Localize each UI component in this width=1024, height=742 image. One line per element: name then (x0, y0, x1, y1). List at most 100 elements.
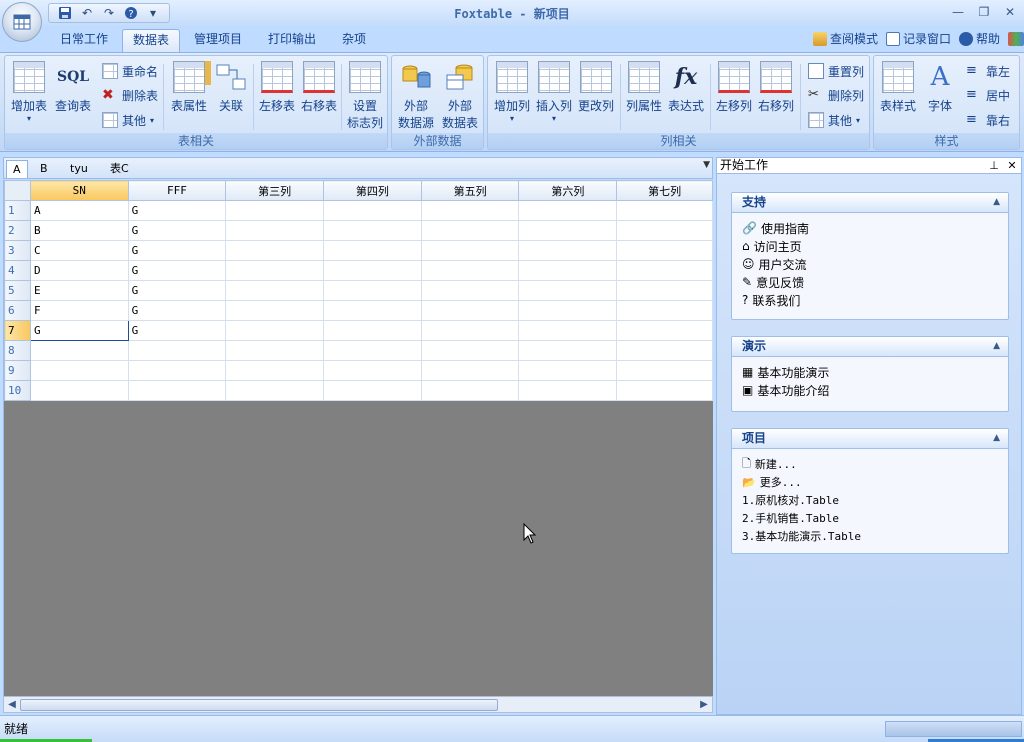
recent-project[interactable]: 3.基本功能演示.Table (742, 527, 998, 545)
add-column-button[interactable]: 增加列 ▾ (490, 58, 534, 130)
table-cell[interactable] (420, 240, 520, 261)
query-table-button[interactable]: SQL 查询表 (51, 58, 95, 130)
link-basic-intro[interactable]: ▣ 基本功能介绍 (742, 381, 998, 399)
table-cell[interactable] (616, 280, 713, 301)
link-feedback[interactable]: ✎ 意见反馈 (742, 273, 998, 291)
table-cell[interactable] (323, 260, 422, 281)
table-cell[interactable] (29, 380, 129, 401)
pane-close-icon[interactable]: ✕ (1005, 158, 1019, 173)
collapse-icon[interactable]: ▲ (993, 337, 1000, 356)
table-row[interactable]: 8 (4, 340, 713, 361)
table-cell[interactable] (420, 320, 520, 341)
table-other-button[interactable]: 其他 ▾ (102, 109, 154, 131)
column-other-button[interactable]: 其他 ▾ (808, 109, 860, 131)
table-cell[interactable]: G (127, 280, 227, 301)
tabs-dropdown-icon[interactable]: ▼ (703, 160, 710, 170)
tab-daily-work[interactable]: 日常工作 (50, 29, 118, 52)
row-number[interactable]: 2 (4, 220, 31, 241)
recent-project[interactable]: 2.手机销售.Table (742, 509, 998, 527)
align-right-button[interactable]: ≡ 靠右 (966, 109, 1010, 131)
view-mode-link[interactable]: 查阅模式 (812, 30, 878, 47)
table-cell[interactable] (225, 240, 325, 261)
table-cell[interactable] (323, 240, 422, 261)
table-cell[interactable] (420, 360, 520, 381)
collapse-icon[interactable]: ▲ (993, 429, 1000, 448)
column-props-button[interactable]: 列属性 (622, 58, 666, 130)
move-table-left-button[interactable]: 左移表 (255, 58, 299, 130)
table-cell[interactable] (616, 220, 713, 241)
table-cell[interactable] (616, 380, 713, 401)
align-left-button[interactable]: ≡ 靠左 (966, 60, 1010, 82)
table-cell[interactable] (420, 340, 520, 361)
table-cell[interactable] (127, 380, 227, 401)
external-source-button[interactable]: 外部 数据源 (394, 58, 438, 130)
add-table-button[interactable]: 增加表 ▾ (7, 58, 51, 130)
tab-print-output[interactable]: 打印输出 (258, 29, 326, 52)
reset-column-button[interactable]: 重置列 (808, 60, 864, 82)
table-cell[interactable] (323, 220, 422, 241)
table-cell[interactable] (225, 280, 325, 301)
table-cell[interactable] (225, 300, 325, 321)
column-header[interactable]: 第七列 (616, 180, 713, 201)
table-cell[interactable] (518, 260, 618, 281)
help-link[interactable]: 帮助 (958, 30, 1000, 47)
app-menu-button[interactable] (2, 2, 42, 42)
table-cell[interactable]: B (29, 220, 129, 241)
table-cell[interactable] (518, 300, 618, 321)
table-cell[interactable]: G (29, 320, 129, 341)
column-header[interactable]: 第六列 (518, 180, 618, 201)
scroll-left-icon[interactable]: ◀ (4, 697, 20, 712)
restore-icon[interactable]: ❐ (974, 3, 994, 21)
table-cell[interactable]: E (29, 280, 129, 301)
table-tab-c[interactable]: 表C (104, 160, 135, 178)
table-cell[interactable]: G (127, 200, 227, 221)
table-cell[interactable] (29, 340, 129, 361)
move-column-left-button[interactable]: 左移列 (712, 58, 756, 130)
table-cell[interactable]: C (29, 240, 129, 261)
table-cell[interactable] (616, 240, 713, 261)
table-tab-a[interactable]: A (6, 160, 28, 178)
table-cell[interactable] (616, 200, 713, 221)
table-cell[interactable]: G (127, 240, 227, 261)
select-all-corner[interactable] (4, 180, 31, 201)
table-cell[interactable] (323, 320, 422, 341)
row-number[interactable]: 8 (4, 340, 31, 361)
collapse-icon[interactable]: ▲ (993, 193, 1000, 212)
scroll-thumb[interactable] (20, 699, 498, 711)
font-button[interactable]: A 字体 (918, 58, 962, 130)
table-row[interactable]: 3CG (4, 240, 713, 261)
link-contact[interactable]: ? 联系我们 (742, 291, 998, 309)
table-tab-tyu[interactable]: tyu (64, 160, 94, 178)
row-number[interactable]: 9 (4, 360, 31, 381)
column-header[interactable]: 第三列 (225, 180, 325, 201)
table-cell[interactable]: A (29, 200, 129, 221)
table-cell[interactable] (616, 360, 713, 381)
close-icon[interactable]: ✕ (1000, 3, 1020, 21)
row-number[interactable]: 10 (4, 380, 31, 401)
table-style-button[interactable]: 表样式 (876, 58, 920, 130)
table-cell[interactable]: G (127, 220, 227, 241)
row-number[interactable]: 1 (4, 200, 31, 221)
table-cell[interactable] (420, 260, 520, 281)
table-cell[interactable] (518, 280, 618, 301)
table-cell[interactable] (323, 300, 422, 321)
link-home[interactable]: ⌂ 访问主页 (742, 237, 998, 255)
support-header[interactable]: 支持 ▲ (732, 193, 1008, 213)
table-cell[interactable] (127, 340, 227, 361)
rename-button[interactable]: 重命名 (102, 60, 158, 82)
table-cell[interactable] (323, 380, 422, 401)
external-table-button[interactable]: 外部 数据表 (438, 58, 482, 130)
insert-column-button[interactable]: 插入列 ▾ (532, 58, 576, 130)
tab-misc[interactable]: 杂项 (332, 29, 376, 52)
table-cell[interactable]: D (29, 260, 129, 281)
demo-header[interactable]: 演示 ▲ (732, 337, 1008, 357)
table-props-button[interactable]: 表属性 (167, 58, 211, 130)
table-cell[interactable] (420, 280, 520, 301)
table-cell[interactable] (225, 260, 325, 281)
delete-table-button[interactable]: ✖ 删除表 (102, 84, 158, 106)
table-row[interactable]: 4DG (4, 260, 713, 281)
link-basic-demo[interactable]: ▦ 基本功能演示 (742, 363, 998, 381)
table-cell[interactable] (420, 220, 520, 241)
table-cell[interactable]: F (29, 300, 129, 321)
table-cell[interactable] (323, 340, 422, 361)
